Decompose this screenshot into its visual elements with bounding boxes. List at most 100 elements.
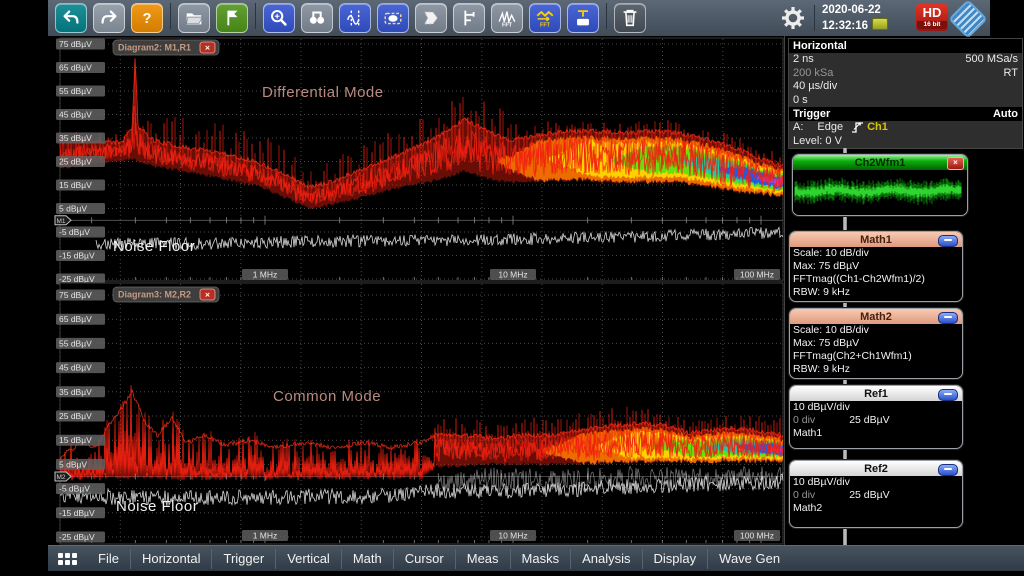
svg-text:FFT: FFT — [502, 23, 513, 29]
x-tick-label: 100 MHz — [740, 531, 774, 541]
gear-icon — [780, 5, 806, 31]
date-label: 2020-06-22 — [822, 3, 888, 18]
mask-test-button[interactable] — [415, 3, 447, 33]
ch2wfm1-thumbnail — [793, 170, 965, 213]
noise-floor-label: Noise Floor — [113, 238, 195, 255]
minimize-button[interactable] — [938, 464, 958, 476]
svg-text:M1: M1 — [57, 218, 66, 225]
help-icon: ? — [136, 7, 158, 29]
undo-button[interactable] — [55, 3, 87, 33]
math1-header[interactable]: Math1 — [790, 232, 962, 247]
menu-item-cursor[interactable]: Cursor — [393, 549, 455, 569]
horizontal-row[interactable]: 0 s — [789, 94, 1022, 108]
signal-box-math2[interactable]: Math2 Scale: 10 dB/div Max: 75 dBµV FFTm… — [789, 308, 963, 379]
y-tick-label: 5 dBµV — [59, 459, 87, 469]
svg-text:×: × — [205, 43, 210, 53]
ch2wfm1-header[interactable]: Ch2Wfm1 × — [793, 155, 967, 170]
y-tick-label: 25 dBµV — [59, 411, 92, 421]
x-tick-label: 1 MHz — [253, 270, 278, 280]
toolbar-separator — [255, 3, 256, 29]
y-tick-label: 65 dBµV — [59, 63, 92, 73]
y-tick-label: 35 dBµV — [59, 133, 92, 143]
measurement-icon — [458, 7, 480, 29]
y-tick-label: 75 dBµV — [59, 290, 92, 300]
close-icon[interactable]: × — [947, 157, 964, 170]
trigger-header[interactable]: Trigger Auto — [789, 107, 1022, 121]
search-button[interactable] — [301, 3, 333, 33]
y-tick-label: -25 dBµV — [59, 532, 95, 542]
x-tick-label: 10 MHz — [498, 531, 527, 541]
settings-gear-button[interactable] — [780, 5, 806, 31]
redo-button[interactable] — [93, 3, 125, 33]
toolbar-buttons: ? FFT FFT — [55, 3, 652, 33]
cursor-button[interactable] — [339, 3, 371, 33]
zoom-button[interactable] — [263, 3, 295, 33]
mode-annotation: Differential Mode — [262, 84, 384, 101]
help-button[interactable]: ? — [131, 3, 163, 33]
y-tick-label: 75 dBµV — [59, 39, 92, 49]
y-tick-label: -15 dBµV — [59, 508, 95, 518]
ref2-header[interactable]: Ref2 — [790, 461, 962, 476]
signal-box-math1[interactable]: Math1 Scale: 10 dB/div Max: 75 dBµV FFTm… — [789, 231, 963, 302]
fft-button[interactable]: FFT — [491, 3, 523, 33]
horizontal-row[interactable]: 200 kSa RT — [789, 67, 1022, 81]
measurement-button[interactable] — [453, 3, 485, 33]
spectrum-diagrams[interactable]: 75 dBµV 65 dBµV 55 dBµV 45 dBµV 35 dBµV 25 dB… — [0, 36, 785, 545]
menu-item-trigger[interactable]: Trigger — [211, 549, 275, 569]
annotation-button[interactable] — [567, 3, 599, 33]
minimize-button[interactable] — [938, 389, 958, 401]
search-icon — [306, 7, 328, 29]
y-tick-label: 65 dBµV — [59, 314, 92, 324]
toolbar-divider — [814, 5, 815, 31]
menu-item-masks[interactable]: Masks — [510, 549, 571, 569]
menu-item-display[interactable]: Display — [642, 549, 708, 569]
delete-button[interactable] — [614, 3, 646, 33]
y-tick-label: 35 dBµV — [59, 387, 92, 397]
top-toolbar: ?FFTFFT 2020-06-22 12:32:16 HD 16 bit — [48, 0, 990, 36]
y-tick-label: 15 dBµV — [59, 435, 92, 445]
horizontal-header[interactable]: Horizontal — [789, 39, 1022, 53]
menu-item-wave-gen[interactable]: Wave Gen — [707, 549, 791, 569]
menu-item-horizontal[interactable]: Horizontal — [130, 549, 212, 569]
acquisition-settings-panel[interactable]: Horizontal 2 ns 500 MSa/s 200 kSa RT 40 … — [788, 38, 1023, 149]
minimize-button[interactable] — [938, 312, 958, 324]
menu-item-math[interactable]: Math — [341, 549, 393, 569]
menu-item-analysis[interactable]: Analysis — [570, 549, 641, 569]
spectrum-analysis-button[interactable]: FFT — [529, 3, 561, 33]
open-file-button[interactable] — [178, 3, 210, 33]
svg-text:×: × — [205, 290, 210, 300]
svg-text:?: ? — [143, 11, 152, 27]
fft-icon: FFT — [496, 7, 518, 29]
trigger-level-row[interactable]: Level: 0 V — [789, 135, 1022, 149]
menu-item-file[interactable]: File — [87, 549, 130, 569]
svg-text:FFT: FFT — [540, 23, 551, 29]
signal-box-ref1[interactable]: Ref1 10 dBµV/div 0 div 25 dBµV Math1 — [789, 385, 963, 449]
keyboard-icon[interactable] — [872, 18, 888, 30]
horizontal-row[interactable]: 40 µs/div — [789, 80, 1022, 94]
screenshot-button[interactable] — [377, 3, 409, 33]
trigger-source-row[interactable]: A: Edge Ch1 — [789, 121, 1022, 135]
y-tick-label: 55 dBµV — [59, 338, 92, 348]
toolbar-separator — [170, 3, 171, 29]
datetime-display: 2020-06-22 12:32:16 — [822, 3, 888, 34]
y-tick-label: 45 dBµV — [59, 110, 92, 120]
menu-item-vertical[interactable]: Vertical — [275, 549, 341, 569]
y-tick-label: -5 dBµV — [59, 227, 90, 237]
minimize-button[interactable] — [938, 235, 958, 247]
ref1-header[interactable]: Ref1 — [790, 386, 962, 401]
y-tick-label: 15 dBµV — [59, 180, 92, 190]
signal-box-ref2[interactable]: Ref2 10 dBµV/div 0 div 25 dBµV Math2 — [789, 460, 963, 528]
y-tick-label: -5 dBµV — [59, 484, 90, 494]
noise-floor-label: Noise Floor — [116, 498, 198, 515]
diagram-tab-title: Diagram3: M2,R2 — [118, 290, 191, 300]
redo-icon — [98, 7, 120, 29]
user-preset-button[interactable] — [216, 3, 248, 33]
horizontal-row[interactable]: 2 ns 500 MSa/s — [789, 53, 1022, 67]
time-label: 12:32:16 — [822, 20, 868, 32]
math2-header[interactable]: Math2 — [790, 309, 962, 324]
open-file-icon — [183, 7, 205, 29]
apps-grid-icon[interactable] — [58, 553, 77, 565]
menu-item-meas[interactable]: Meas — [455, 549, 510, 569]
signal-box-ch2wfm1[interactable]: Ch2Wfm1 × — [792, 154, 968, 216]
x-tick-label: 100 MHz — [740, 270, 774, 280]
